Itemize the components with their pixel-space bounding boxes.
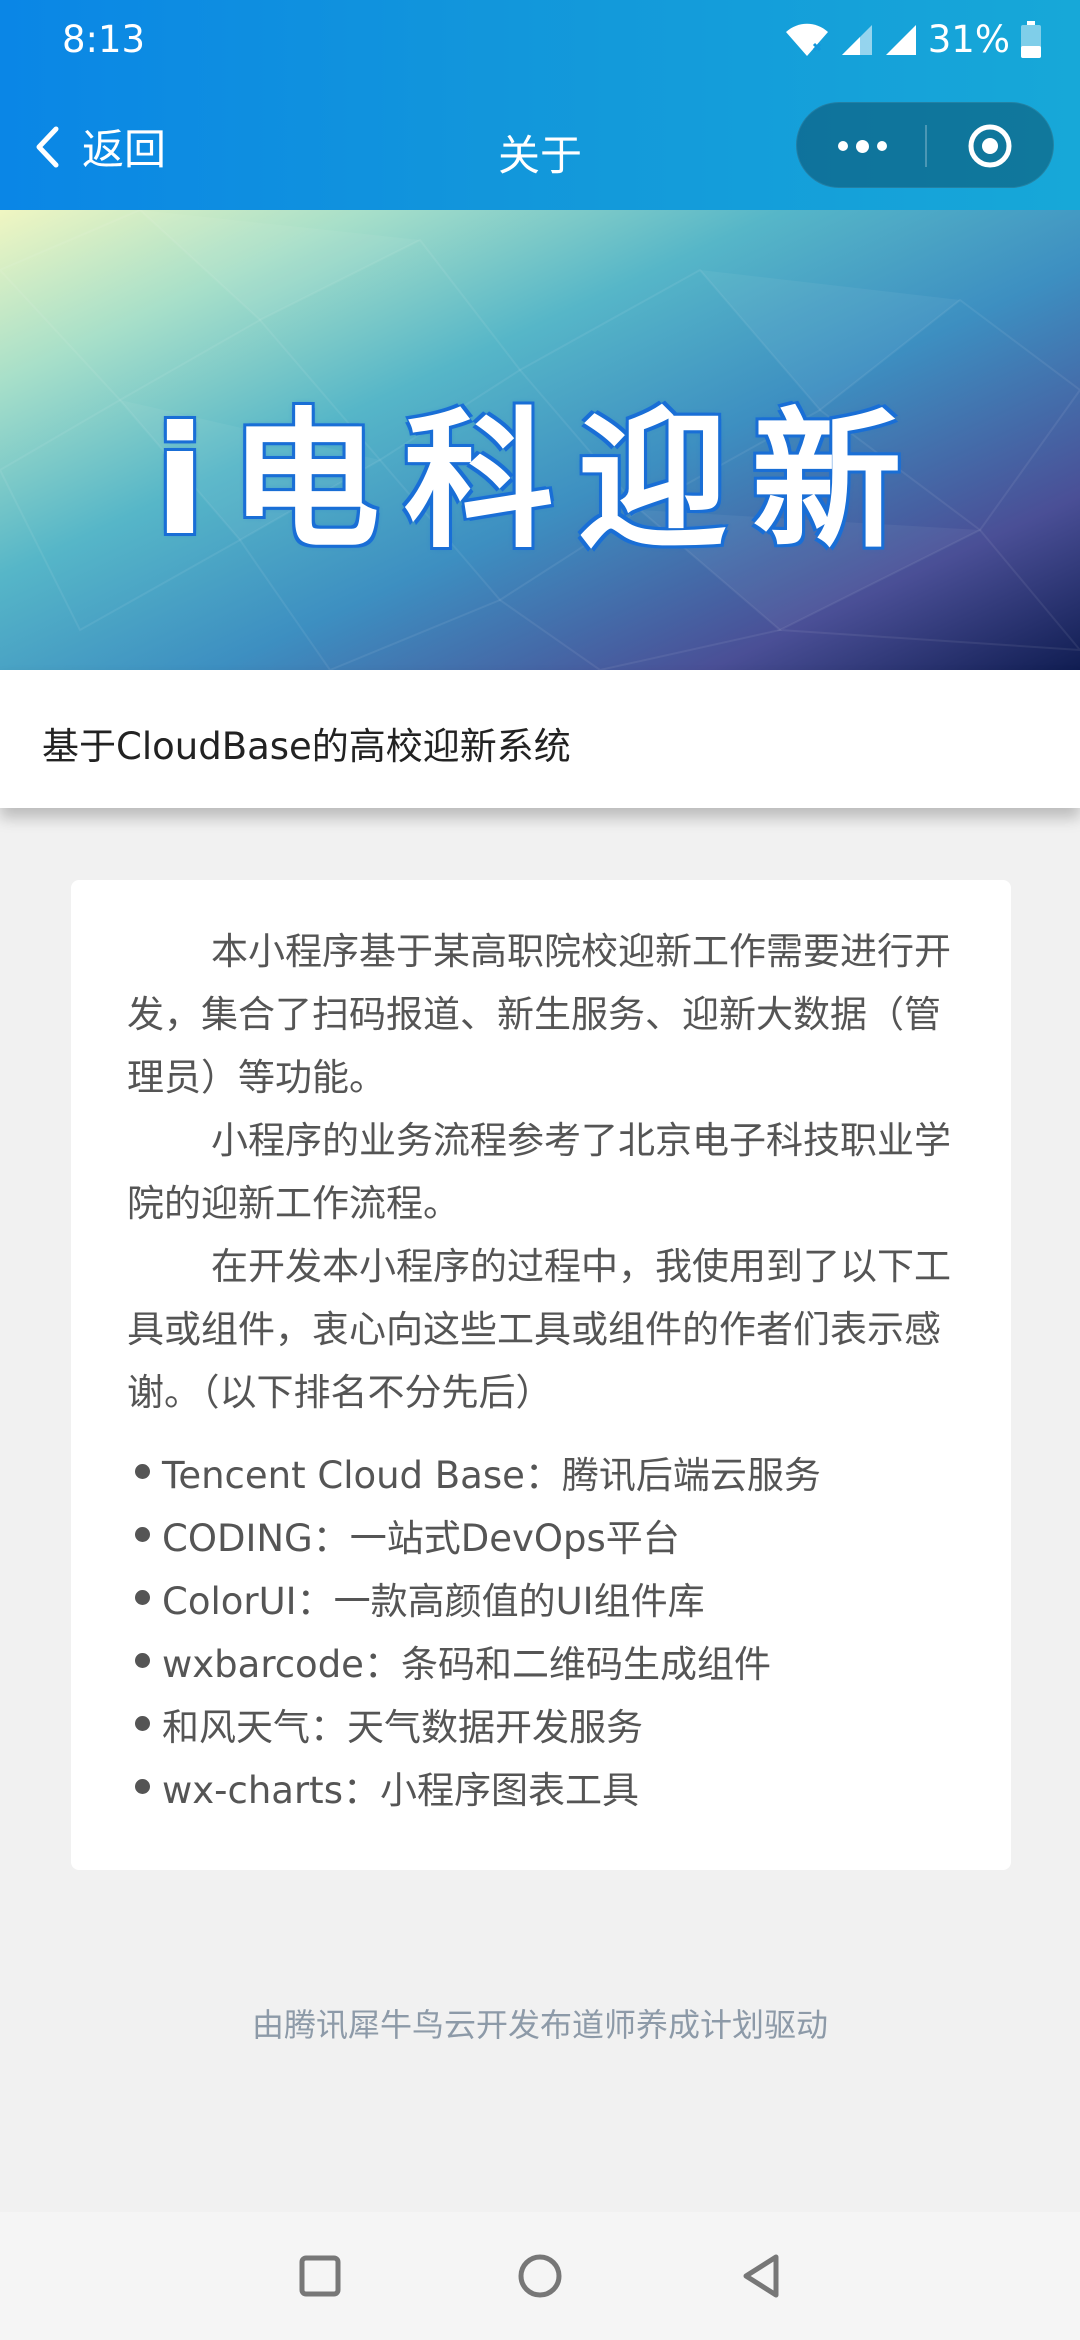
list-item: 和风天气：天气数据开发服务 <box>135 1692 975 1755</box>
mini-program-capsule <box>796 102 1054 188</box>
status-time: 8:13 <box>62 18 146 61</box>
subtitle-card: 基于CloudBase的高校迎新系统 <box>0 670 1080 808</box>
banner-logo-text: i电科迎新 <box>154 395 926 569</box>
wifi-icon <box>785 23 828 56</box>
bullet-icon <box>135 1653 150 1668</box>
top-bar: 8:13 31% 返回 关于 <box>0 0 1080 210</box>
bullet-icon <box>135 1716 150 1731</box>
subtitle-text: 基于CloudBase的高校迎新系统 <box>42 725 571 768</box>
capsule-divider <box>925 125 927 167</box>
about-card: 本小程序基于某高职院校迎新工作需要进行开发，集合了扫码报道、新生服务、迎新大数据… <box>71 880 1011 1870</box>
about-paragraph: 在开发本小程序的过程中，我使用到了以下工具或组件，衷心向这些工具或组件的作者们表… <box>127 1245 951 1414</box>
banner-image: i电科迎新 <box>0 210 1080 670</box>
close-mini-program-icon[interactable] <box>967 123 1013 169</box>
bullet-icon <box>135 1779 150 1794</box>
about-paragraph: 本小程序基于某高职院校迎新工作需要进行开发，集合了扫码报道、新生服务、迎新大数据… <box>127 930 951 1099</box>
home-icon[interactable] <box>512 2248 568 2304</box>
credits-list: Tencent Cloud Base：腾讯后端云服务 CODING：一站式Dev… <box>135 1440 975 1818</box>
bullet-icon <box>135 1527 150 1542</box>
cell-signal-icon <box>885 24 916 55</box>
battery-percent: 31% <box>927 18 1010 61</box>
list-item: Tencent Cloud Base：腾讯后端云服务 <box>135 1440 975 1503</box>
recents-icon[interactable] <box>292 2248 348 2304</box>
more-icon[interactable] <box>827 123 897 169</box>
battery-icon <box>1021 20 1041 58</box>
list-item: ColorUI：一款高颜值的UI组件库 <box>135 1566 975 1629</box>
status-bar: 8:13 31% <box>0 0 1080 80</box>
footer-credit: 由腾讯犀牛鸟云开发布道师养成计划驱动 <box>251 2006 828 2044</box>
system-navigation-bar <box>0 2212 1080 2340</box>
list-item: wxbarcode：条码和二维码生成组件 <box>135 1629 975 1692</box>
list-item: CODING：一站式DevOps平台 <box>135 1503 975 1566</box>
cell-signal-icon <box>841 24 872 55</box>
back-icon[interactable] <box>734 2248 790 2304</box>
list-item: wx-charts：小程序图表工具 <box>135 1755 975 1818</box>
bullet-icon <box>135 1590 150 1605</box>
navigation-bar: 返回 关于 <box>0 100 1080 192</box>
bullet-icon <box>135 1464 150 1479</box>
about-paragraph: 小程序的业务流程参考了北京电子科技职业学院的迎新工作流程。 <box>127 1119 951 1225</box>
status-right: 31% <box>784 18 1042 61</box>
